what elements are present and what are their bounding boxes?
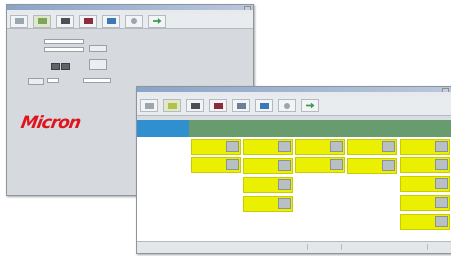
toolbar	[137, 96, 451, 116]
menu-item[interactable]	[149, 92, 153, 96]
arrow-button[interactable]	[148, 14, 166, 28]
new-button[interactable]	[10, 14, 28, 28]
value-input[interactable]	[44, 47, 84, 52]
help-icon	[284, 102, 290, 109]
menu-bar	[137, 92, 451, 96]
new-button[interactable]	[140, 99, 158, 112]
column-header[interactable]	[293, 120, 345, 137]
schedule-card[interactable]	[191, 139, 241, 155]
arrow-icon	[152, 18, 162, 24]
chart-button[interactable]	[79, 14, 97, 28]
menu-bar	[7, 10, 253, 14]
column-header[interactable]	[241, 120, 293, 137]
main-window	[136, 86, 451, 254]
schedule-card[interactable]	[400, 195, 450, 211]
monitor-icon[interactable]	[61, 63, 70, 70]
column-header[interactable]	[189, 120, 241, 137]
device-icon	[106, 18, 116, 24]
help-button[interactable]	[125, 14, 143, 28]
browse-button[interactable]	[89, 45, 107, 52]
card-thumbnail	[226, 159, 239, 170]
card-thumbnail	[435, 216, 448, 227]
status-bar	[137, 241, 451, 253]
chart-icon	[213, 102, 223, 109]
column-header[interactable]	[137, 120, 189, 137]
status-segment	[139, 244, 181, 250]
schedule-icon	[167, 102, 177, 109]
card-thumbnail	[278, 160, 291, 171]
settings-button[interactable]	[28, 78, 44, 85]
schedule-card[interactable]	[243, 196, 293, 212]
card-thumbnail	[330, 141, 343, 152]
schedule-card[interactable]	[347, 139, 397, 155]
schedule-card[interactable]	[243, 158, 293, 174]
device-icon	[259, 102, 269, 109]
schedule-card[interactable]	[295, 139, 345, 155]
card-thumbnail	[382, 141, 395, 152]
calendar-button[interactable]	[56, 14, 74, 28]
schedule-card[interactable]	[400, 214, 450, 230]
card-thumbnail	[278, 141, 291, 152]
open-icon	[37, 18, 47, 24]
card-thumbnail	[226, 141, 239, 152]
schedule-card[interactable]	[191, 157, 241, 173]
schedule-grid	[137, 120, 451, 242]
calendar-icon	[60, 18, 70, 24]
arrow-button[interactable]	[301, 99, 319, 112]
schedule-button[interactable]	[163, 99, 181, 112]
card-thumbnail	[278, 179, 291, 190]
status-segment	[341, 244, 404, 250]
schedule-card[interactable]	[400, 139, 450, 155]
device-button[interactable]	[102, 14, 120, 28]
arrow-icon	[305, 102, 315, 109]
schedule-card[interactable]	[243, 139, 293, 155]
card-thumbnail	[382, 160, 395, 171]
card-thumbnail	[435, 141, 448, 152]
status-segment	[427, 244, 450, 250]
help-icon	[131, 18, 137, 24]
status-segment	[307, 244, 340, 250]
schedule-card[interactable]	[400, 157, 450, 173]
name-input[interactable]	[44, 39, 84, 44]
card-thumbnail	[278, 198, 291, 209]
info-button[interactable]	[232, 99, 250, 112]
column-header[interactable]	[397, 120, 451, 137]
schedule-card[interactable]	[243, 177, 293, 193]
chart-icon	[83, 18, 93, 24]
column-header[interactable]	[345, 120, 397, 137]
card-thumbnail	[435, 178, 448, 189]
status-input[interactable]	[83, 78, 111, 83]
card-thumbnail	[330, 159, 343, 170]
monitor-icon[interactable]	[51, 63, 60, 70]
calendar-button[interactable]	[186, 99, 204, 112]
device-button[interactable]	[255, 99, 273, 112]
open-button[interactable]	[33, 14, 51, 28]
apply-button[interactable]	[89, 59, 107, 70]
micron-logo: Micron	[19, 113, 82, 133]
schedule-card[interactable]	[295, 157, 345, 173]
new-icon	[144, 102, 154, 109]
help-button[interactable]	[278, 99, 296, 112]
toolbar	[7, 14, 253, 29]
chart-button[interactable]	[209, 99, 227, 112]
schedule-card[interactable]	[400, 176, 450, 192]
option-input[interactable]	[47, 78, 59, 83]
card-thumbnail	[435, 197, 448, 208]
info-icon	[236, 102, 246, 109]
schedule-card[interactable]	[347, 158, 397, 174]
calendar-icon	[190, 102, 200, 109]
card-thumbnail	[435, 159, 448, 170]
new-icon	[14, 18, 24, 24]
